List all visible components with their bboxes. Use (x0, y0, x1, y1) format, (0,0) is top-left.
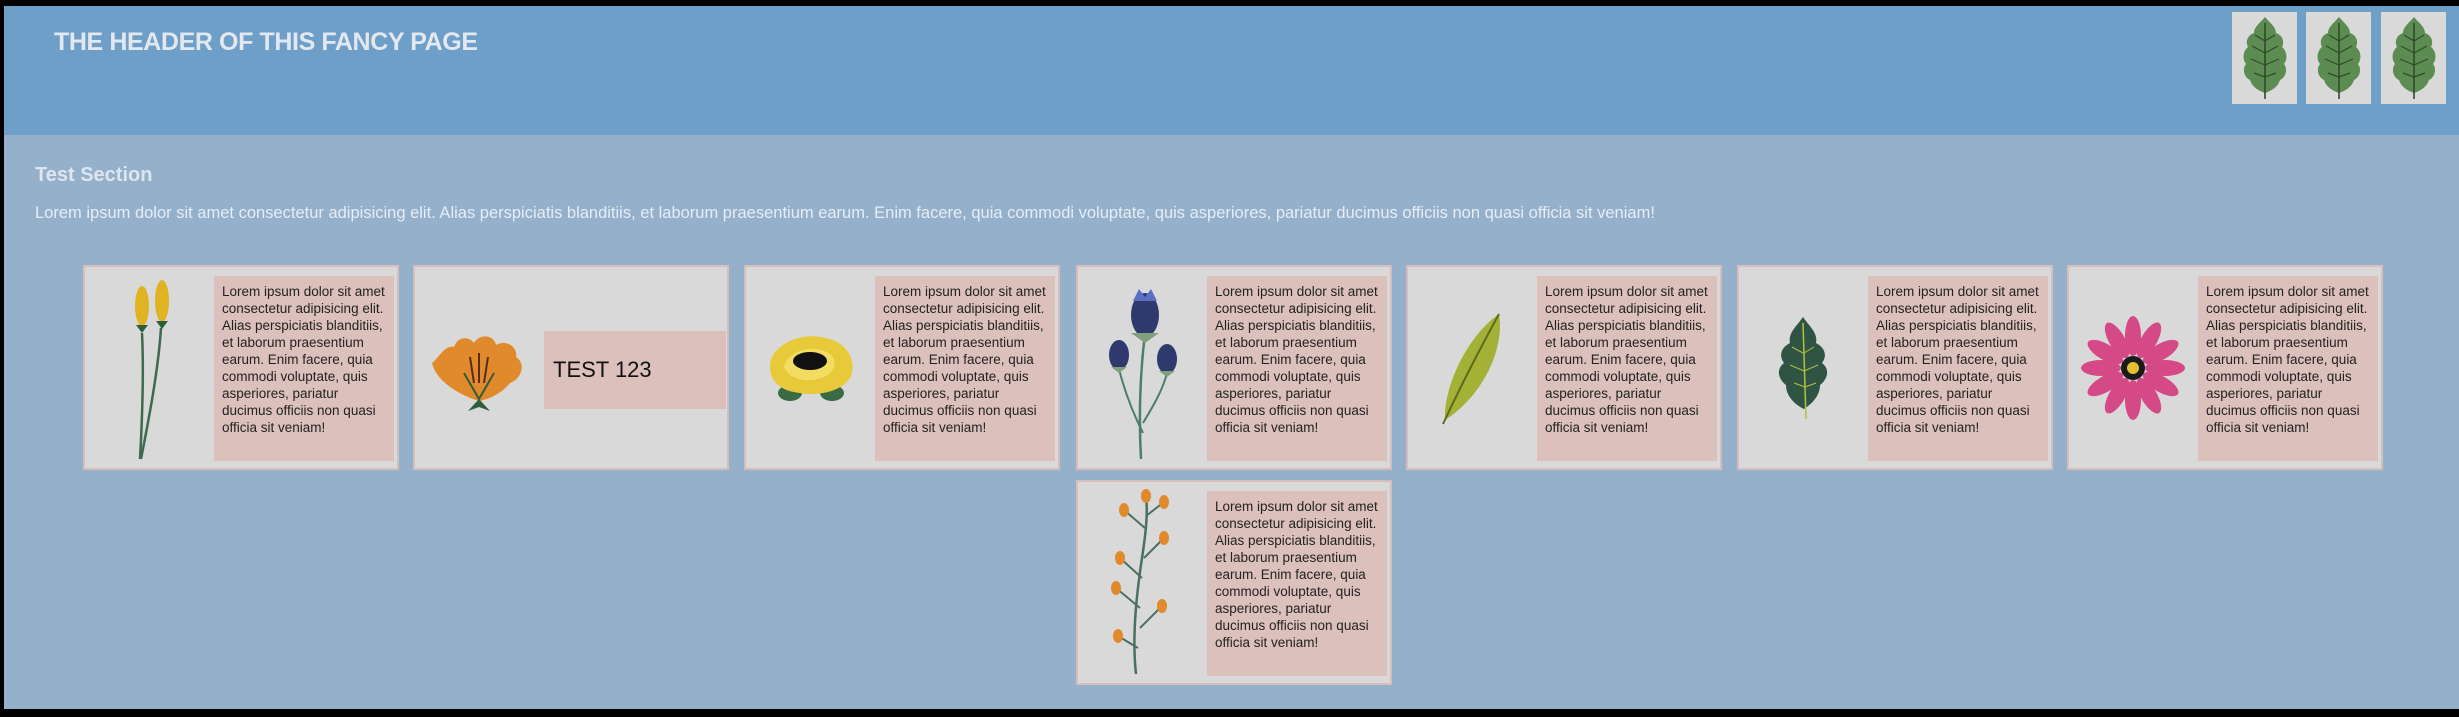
orange-flower-icon (432, 335, 522, 411)
card-7: Lorem ipsum dolor sit amet consectetur a… (2067, 265, 2383, 470)
card-text: Lorem ipsum dolor sit amet consectetur a… (1207, 276, 1387, 461)
card-text: Lorem ipsum dolor sit amet consectetur a… (875, 276, 1055, 461)
card-image (85, 267, 213, 468)
card-8: Lorem ipsum dolor sit amet consectetur a… (1076, 480, 1392, 685)
card-5: Lorem ipsum dolor sit amet consectetur a… (1406, 265, 1722, 470)
card-1: Lorem ipsum dolor sit amet consectetur a… (83, 265, 399, 470)
header-tile-1 (2232, 12, 2297, 104)
page: THE HEADER OF THIS FANCY PAGE Test Secti (4, 6, 2459, 709)
orange-berry-branch-icon (1111, 488, 1169, 674)
card-image (415, 267, 543, 468)
card-2: TEST 123 (413, 265, 729, 470)
card-image (746, 267, 874, 468)
header-tile-2 (2306, 12, 2371, 104)
header-title: THE HEADER OF THIS FANCY PAGE (54, 28, 478, 56)
card-label: TEST 123 (544, 331, 726, 409)
section-title: Test Section (35, 164, 153, 186)
card-image (1408, 267, 1536, 468)
pink-daisy-icon (2081, 315, 2185, 420)
card-image (1078, 267, 1206, 468)
leaf-icon (2392, 17, 2435, 99)
leaf-icon (2243, 17, 2286, 99)
yellow-rose-icon (770, 335, 853, 401)
blue-thistle-icon (1109, 288, 1177, 459)
card-image (1739, 267, 1867, 468)
card-image (1078, 482, 1206, 683)
card-text: Lorem ipsum dolor sit amet consectetur a… (2198, 276, 2378, 461)
header-tile-3 (2381, 12, 2446, 104)
card-4: Lorem ipsum dolor sit amet consectetur a… (1076, 265, 1392, 470)
card-text: Lorem ipsum dolor sit amet consectetur a… (1537, 276, 1717, 461)
section-description: Lorem ipsum dolor sit amet consectetur a… (35, 204, 1655, 222)
card-text: Lorem ipsum dolor sit amet consectetur a… (1868, 276, 2048, 461)
header: THE HEADER OF THIS FANCY PAGE (4, 6, 2459, 135)
card-text: Lorem ipsum dolor sit amet consectetur a… (214, 276, 394, 461)
card-image (2069, 267, 2197, 468)
tall-yellow-flowers-icon (135, 279, 169, 459)
dark-leaf-icon (1778, 316, 1828, 419)
card-3: Lorem ipsum dolor sit amet consectetur a… (744, 265, 1060, 470)
card-text: Lorem ipsum dolor sit amet consectetur a… (1207, 491, 1387, 676)
card-6: Lorem ipsum dolor sit amet consectetur a… (1737, 265, 2053, 470)
green-leaf-icon (1442, 313, 1500, 424)
leaf-icon (2317, 17, 2360, 99)
